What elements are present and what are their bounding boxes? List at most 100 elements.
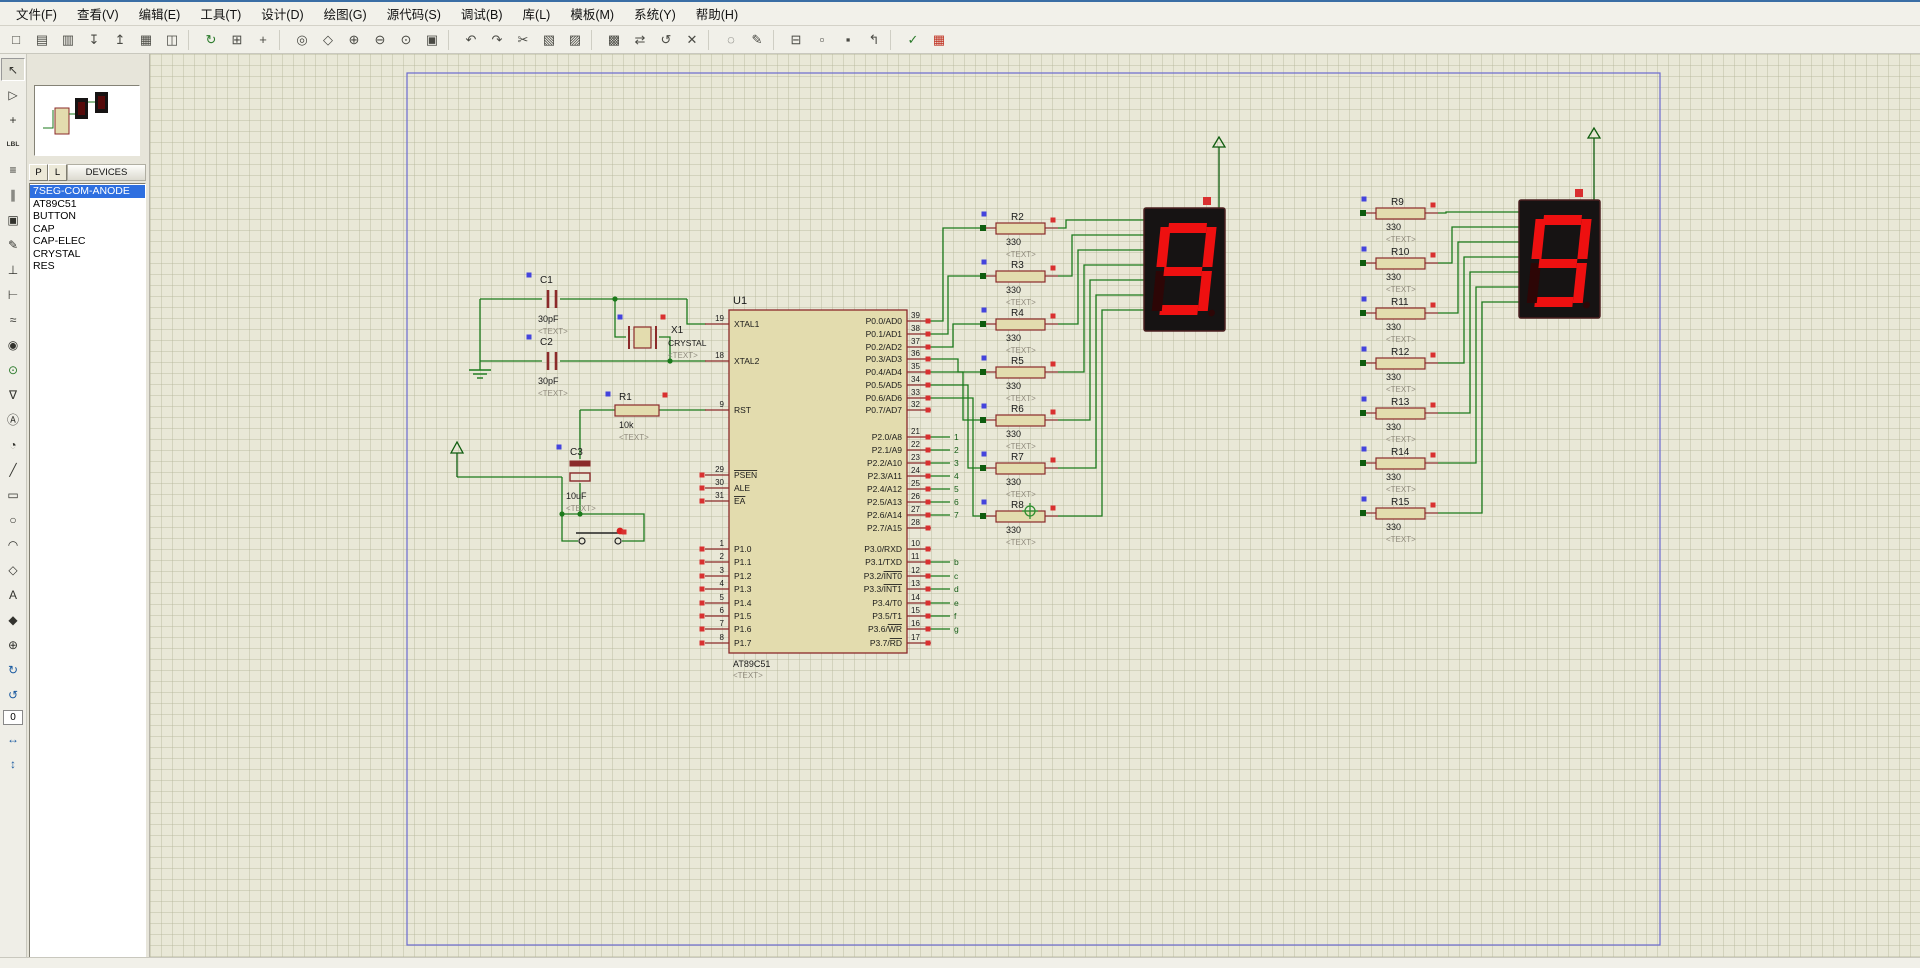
wire[interactable] xyxy=(1438,256,1519,364)
wire[interactable] xyxy=(931,227,983,322)
marker-mode-button[interactable]: ⊕ xyxy=(1,633,25,656)
pick-devices-button[interactable]: P xyxy=(29,164,48,181)
resistor-body[interactable] xyxy=(1375,307,1426,320)
resistor-r10[interactable]: R10 330 <TEXT> xyxy=(1363,247,1438,294)
export-section-button[interactable]: ↥ xyxy=(108,28,132,52)
remove-sheet-button[interactable]: ▪ xyxy=(836,28,860,52)
resistor-r14[interactable]: R14 330 <TEXT> xyxy=(1363,447,1438,494)
resistor-body[interactable] xyxy=(1375,407,1426,420)
save-design-button[interactable]: ▥ xyxy=(56,28,80,52)
new-design-button[interactable]: □ xyxy=(4,28,28,52)
open-design-button[interactable]: ▤ xyxy=(30,28,54,52)
resistor-body[interactable] xyxy=(995,270,1046,283)
wire-label-mode-button[interactable]: LBL xyxy=(1,133,25,156)
resistor-body[interactable] xyxy=(995,318,1046,331)
resistor-body[interactable] xyxy=(995,366,1046,379)
resistor-r11[interactable]: R11 330 <TEXT> xyxy=(1363,297,1438,344)
goto-cursor-button[interactable]: ◎ xyxy=(290,28,314,52)
bus-mode-button[interactable]: ∥ xyxy=(1,183,25,206)
resistor-r7[interactable]: R7 330 <TEXT> xyxy=(983,452,1058,499)
resistor-body[interactable] xyxy=(1375,507,1426,520)
resistor-r12[interactable]: R12 330 <TEXT> xyxy=(1363,347,1438,394)
component-mode-button[interactable]: ▷ xyxy=(1,83,25,106)
copy-button[interactable]: ▧ xyxy=(537,28,561,52)
resistor-r6[interactable]: R6 330 <TEXT> xyxy=(983,404,1058,451)
menu-item-source[interactable]: 源代码(S) xyxy=(377,2,451,26)
rotate-clockwise-button[interactable]: ↻ xyxy=(1,658,25,681)
resistor-r1[interactable]: R1 10k <TEXT> xyxy=(614,392,660,442)
netlist-to-ares-button[interactable]: ▦ xyxy=(927,28,951,52)
mark-print-area-button[interactable]: ◫ xyxy=(160,28,184,52)
block-delete-button[interactable]: ✕ xyxy=(680,28,704,52)
device-item-cap-elec[interactable]: CAP-ELEC xyxy=(30,235,145,248)
schematic-canvas[interactable]: U1 AT89C51 <TEXT> 19 XTAL1 18 XTAL2 9 RST 29 PSEN 3… xyxy=(150,54,1920,958)
junction-dot-mode-button[interactable]: + xyxy=(1,108,25,131)
library-manager-button[interactable]: L xyxy=(48,164,67,181)
resistor-body[interactable] xyxy=(995,222,1046,235)
instant-edit-mode-button[interactable]: ✎ xyxy=(1,233,25,256)
redo-button[interactable]: ↷ xyxy=(485,28,509,52)
device-item-7seg-com-anode[interactable]: 7SEG-COM-ANODE xyxy=(30,185,145,198)
wire[interactable] xyxy=(931,358,983,373)
menu-item-view[interactable]: 查看(V) xyxy=(67,2,129,26)
find-component-button[interactable]: ◌ xyxy=(719,28,743,52)
resistor-r9[interactable]: R9 330 <TEXT> xyxy=(1363,197,1438,244)
device-item-crystal[interactable]: CRYSTAL xyxy=(30,248,145,261)
voltage-probe-mode-button[interactable]: ∇ xyxy=(1,383,25,406)
design-explorer-button[interactable]: ⊟ xyxy=(784,28,808,52)
resistor-r2[interactable]: R2 330 <TEXT> xyxy=(983,212,1058,259)
resistor-r3[interactable]: R3 330 <TEXT> xyxy=(983,260,1058,307)
power-terminal[interactable] xyxy=(1211,135,1227,208)
import-section-button[interactable]: ↧ xyxy=(82,28,106,52)
mirror-horizontal-button[interactable]: ↔ xyxy=(1,727,25,750)
menu-item-design[interactable]: 设计(D) xyxy=(251,2,313,26)
toggle-origin-button[interactable]: + xyxy=(251,28,275,52)
zoom-out-button[interactable]: ⊖ xyxy=(368,28,392,52)
wire[interactable] xyxy=(1058,219,1144,229)
resistor-body[interactable] xyxy=(1375,357,1426,370)
seven-segment-display-2[interactable] xyxy=(1518,199,1601,319)
crystal-body[interactable] xyxy=(633,326,652,349)
print-button[interactable]: ▦ xyxy=(134,28,158,52)
seven-segment-display-1[interactable] xyxy=(1143,207,1226,332)
menu-item-debug[interactable]: 调试(B) xyxy=(451,2,513,26)
wire[interactable] xyxy=(1058,249,1144,325)
resistor-body[interactable] xyxy=(995,462,1046,475)
zoom-area-button[interactable]: ▣ xyxy=(420,28,444,52)
wire[interactable] xyxy=(1438,211,1519,214)
wire[interactable] xyxy=(931,323,983,348)
resistor-r5[interactable]: R5 330 <TEXT> xyxy=(983,356,1058,403)
undo-button[interactable]: ↶ xyxy=(459,28,483,52)
zoom-in-button[interactable]: ⊕ xyxy=(342,28,366,52)
resistor-body[interactable] xyxy=(995,510,1046,523)
resistor-body[interactable] xyxy=(1375,207,1426,220)
menu-item-graph[interactable]: 绘图(G) xyxy=(314,2,377,26)
menu-item-tools[interactable]: 工具(T) xyxy=(190,2,251,26)
resistor-r13[interactable]: R13 330 <TEXT> xyxy=(1363,397,1438,444)
wire[interactable] xyxy=(1438,271,1519,414)
path-mode-button[interactable]: ◇ xyxy=(1,558,25,581)
capacitor-c2[interactable]: C2 30pF <TEXT> xyxy=(538,337,568,398)
electrical-rule-check-button[interactable]: ✓ xyxy=(901,28,925,52)
circle-mode-button[interactable]: ○ xyxy=(1,508,25,531)
text-2d-mode-button[interactable]: A xyxy=(1,583,25,606)
device-pin-mode-button[interactable]: ⊢ xyxy=(1,283,25,306)
virtual-instruments-mode-button[interactable]: ◔ xyxy=(1,433,25,456)
redraw-button[interactable]: ↻ xyxy=(199,28,223,52)
wire[interactable] xyxy=(1438,301,1519,514)
resistor-body[interactable] xyxy=(1375,457,1426,470)
rotate-anticlockwise-button[interactable]: ↺ xyxy=(1,683,25,706)
zoom-all-button[interactable]: ⊙ xyxy=(394,28,418,52)
box-mode-button[interactable]: ▭ xyxy=(1,483,25,506)
rotation-angle-input[interactable] xyxy=(3,710,23,725)
resistor-r15[interactable]: R15 330 <TEXT> xyxy=(1363,497,1438,544)
arc-mode-button[interactable]: ◠ xyxy=(1,533,25,556)
device-item-res[interactable]: RES xyxy=(30,260,145,273)
capacitor-c3[interactable]: C3 10uF <TEXT> xyxy=(566,447,596,513)
power-terminal[interactable] xyxy=(1586,126,1602,200)
menu-item-library[interactable]: 库(L) xyxy=(513,2,561,26)
menu-item-template[interactable]: 模板(M) xyxy=(560,2,624,26)
menu-item-file[interactable]: 文件(F) xyxy=(6,2,67,26)
menu-item-system[interactable]: 系统(Y) xyxy=(624,2,686,26)
wire[interactable] xyxy=(580,513,645,542)
